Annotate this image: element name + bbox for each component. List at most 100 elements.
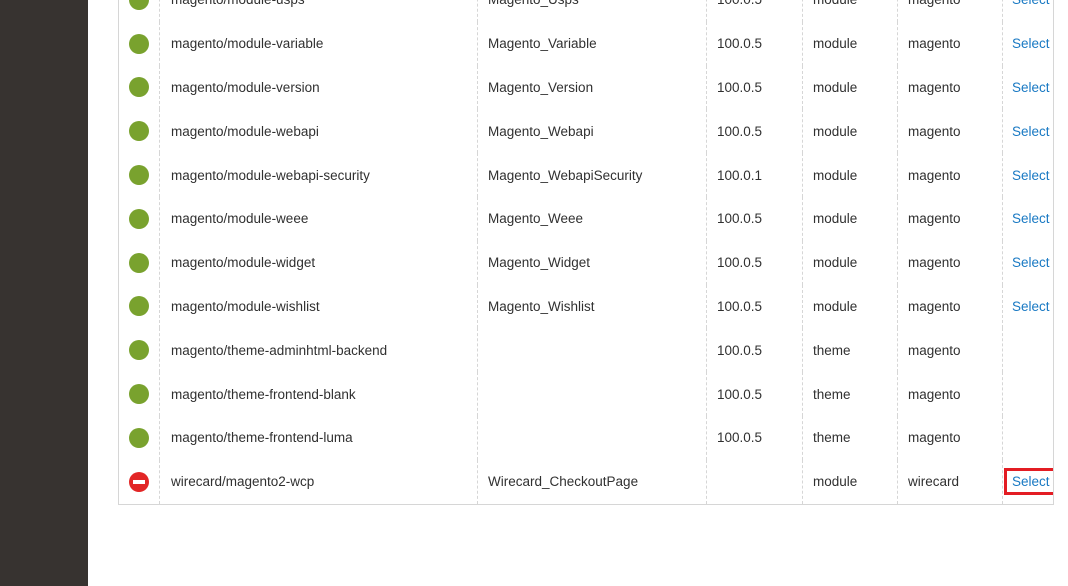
select-action-label: Select — [1012, 36, 1050, 52]
status-enabled-icon — [129, 165, 149, 186]
action-cell: Select — [1002, 109, 1053, 154]
component-vendor: magento — [897, 0, 1003, 22]
select-action-button[interactable]: Select — [1004, 205, 1053, 232]
table-row: magento/module-uspsMagento_Usps100.0.5mo… — [119, 0, 1053, 22]
component-vendor: magento — [897, 372, 1003, 416]
component-name: magento/module-version — [159, 65, 478, 110]
select-action-button[interactable]: Select — [1004, 162, 1053, 189]
component-table-body: magento/module-uspsMagento_Usps100.0.5mo… — [119, 0, 1053, 504]
component-name: magento/module-variable — [159, 21, 478, 66]
select-action-button[interactable]: Select — [1004, 30, 1053, 57]
table-row: magento/module-version Magento_Version 100… — [119, 65, 1053, 110]
status-enabled-icon — [129, 33, 149, 54]
component-name: magento/module-usps — [159, 0, 478, 22]
component-version: 100.0.5 — [706, 372, 803, 416]
status-enabled-icon — [129, 296, 149, 317]
component-vendor: wirecard — [897, 459, 1003, 504]
component-name: magento/module-weee — [159, 196, 478, 241]
action-cell: Select — [1002, 153, 1053, 197]
component-type: theme — [802, 328, 898, 373]
action-cell: Select — [1002, 284, 1053, 329]
action-cell: Select — [1002, 65, 1053, 110]
component-version: 100.0.5 — [706, 21, 803, 66]
component-name: magento/theme-adminhtml-backend — [159, 328, 478, 373]
component-version: 100.0.5 — [706, 284, 803, 329]
table-row: magento/module-weee Magento_Weee 100.0.5 mo… — [119, 196, 1053, 241]
module-name — [477, 328, 707, 373]
select-action-label: Select — [1012, 167, 1050, 183]
component-vendor: magento — [897, 65, 1003, 110]
component-version: 100.0.5 — [706, 196, 803, 241]
component-name: magento/theme-frontend-luma — [159, 415, 478, 460]
component-type: module — [802, 196, 898, 241]
status-enabled-icon — [129, 77, 149, 98]
select-action-label: Select — [1012, 211, 1050, 227]
module-name: Magento_Wishlist — [477, 284, 707, 329]
component-version: 100.0.5 — [706, 415, 803, 460]
component-vendor: magento — [897, 109, 1003, 154]
component-vendor: magento — [897, 328, 1003, 373]
action-cell: Select — [1002, 196, 1053, 241]
module-name: Magento_Webapi — [477, 109, 707, 154]
module-name — [477, 415, 707, 460]
action-cell — [1002, 415, 1053, 460]
status-cell — [119, 0, 160, 22]
module-name: Magento_Widget — [477, 240, 707, 285]
component-vendor: magento — [897, 196, 1003, 241]
status-enabled-icon — [129, 340, 149, 361]
table-row: magento/module-webapi-security Magento_We… — [119, 153, 1053, 197]
component-name: magento/module-widget — [159, 240, 478, 285]
component-vendor: magento — [897, 21, 1003, 66]
select-action-label: Select — [1012, 79, 1050, 95]
component-table: magento/module-uspsMagento_Usps100.0.5mo… — [119, 0, 1053, 504]
module-name: Magento_Weee — [477, 196, 707, 241]
status-enabled-icon — [129, 252, 149, 273]
component-version: 100.0.5 — [706, 0, 803, 22]
component-vendor: magento — [897, 240, 1003, 285]
select-action-button[interactable]: Select — [1004, 249, 1053, 276]
component-name: magento/module-wishlist — [159, 284, 478, 329]
module-name: Magento_Usps — [477, 0, 707, 22]
component-name: magento/theme-frontend-blank — [159, 372, 478, 416]
module-name: Wirecard_CheckoutPage — [477, 459, 707, 504]
action-cell — [1002, 328, 1053, 373]
component-type: module — [802, 153, 898, 197]
component-grid: magento/module-uspsMagento_Usps100.0.5mo… — [118, 0, 1054, 505]
component-name: wirecard/magento2-wcp — [159, 459, 478, 504]
select-action-label: Select — [1012, 298, 1050, 314]
admin-sidebar — [0, 0, 88, 586]
select-action-label: Select — [1012, 255, 1050, 271]
component-type: module — [802, 459, 898, 504]
status-enabled-icon — [129, 0, 149, 10]
status-cell — [119, 153, 160, 197]
select-action-button[interactable]: Select — [1004, 118, 1053, 145]
action-cell: Select — [1002, 240, 1053, 285]
action-cell: Select — [1002, 459, 1053, 504]
table-row: wirecard/magento2-wcp Wirecard_CheckoutPa… — [119, 459, 1053, 504]
table-row: magento/theme-frontend-luma 100.0.5 theme m… — [119, 415, 1053, 460]
select-action-label: Select — [1012, 474, 1050, 490]
component-type: module — [802, 65, 898, 110]
component-type: module — [802, 0, 898, 22]
select-action-label: Select — [1012, 123, 1050, 139]
component-type: theme — [802, 415, 898, 460]
status-cell — [119, 66, 160, 110]
module-name: Magento_Version — [477, 65, 707, 110]
component-version: 100.0.5 — [706, 240, 803, 285]
status-cell — [119, 241, 160, 285]
status-cell — [119, 372, 160, 416]
select-action-button[interactable]: Select — [1004, 293, 1053, 320]
action-cell: Select — [1002, 0, 1053, 22]
select-action-button[interactable]: Select — [1004, 74, 1053, 101]
component-version: 100.0.5 — [706, 65, 803, 110]
select-action-button[interactable]: Select — [1004, 0, 1053, 13]
component-type: module — [802, 284, 898, 329]
table-row: magento/theme-frontend-blank 100.0.5 theme… — [119, 372, 1053, 416]
module-name — [477, 372, 707, 416]
component-name: magento/module-webapi — [159, 109, 478, 154]
status-enabled-icon — [129, 427, 149, 448]
status-cell — [119, 460, 160, 504]
select-action-label: Select — [1012, 0, 1050, 7]
action-cell: Select — [1002, 21, 1053, 66]
select-action-button[interactable]: Select — [1004, 468, 1053, 496]
